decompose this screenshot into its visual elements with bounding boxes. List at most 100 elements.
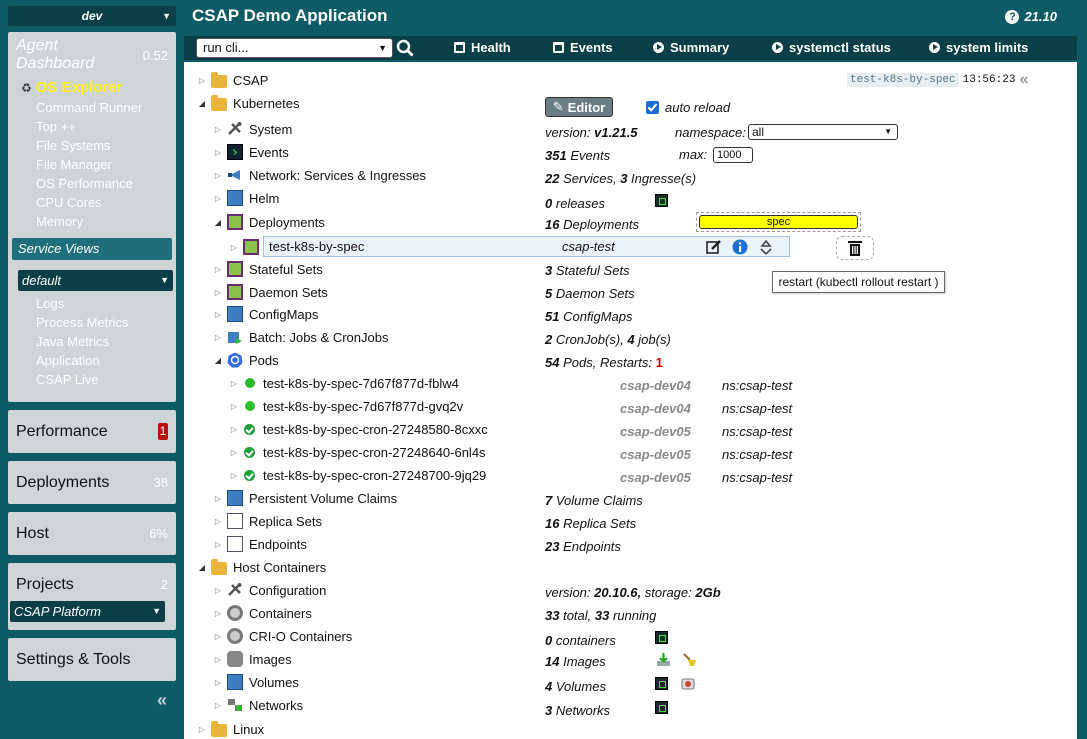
tree-node-events[interactable]: ▷ Events [213, 141, 289, 163]
tree-node-endpoints[interactable]: ▷ Endpoints [213, 533, 307, 555]
expand-icon[interactable]: ▷ [213, 333, 223, 342]
tree-node-linux[interactable]: ▷ Linux [197, 718, 264, 739]
expand-icon[interactable]: ▷ [197, 76, 207, 85]
project-select[interactable]: CSAP Platform ▼ [10, 601, 165, 622]
tree-node-selected-deployment-twisty[interactable]: ▷ [229, 236, 265, 258]
terminal-icon[interactable] [655, 631, 668, 644]
deployment-filter-input[interactable]: spec [699, 215, 858, 229]
double-chevron-left-icon[interactable]: « [1019, 71, 1028, 89]
expand-icon[interactable]: ▷ [213, 494, 223, 503]
search-icon[interactable] [396, 39, 414, 57]
broom-icon[interactable] [682, 652, 697, 667]
tree-node-pods[interactable]: ◢ Pods [213, 349, 279, 371]
namespace-select[interactable]: all ▼ [748, 124, 898, 140]
edit-icon[interactable] [706, 239, 722, 255]
sidebar-item-file-manager[interactable]: File Manager [36, 155, 142, 174]
expand-icon[interactable]: ▷ [213, 517, 223, 526]
tree-node-host-containers[interactable]: ◢ Host Containers [197, 556, 326, 578]
service-select[interactable]: default ▼ [18, 270, 173, 291]
expand-icon[interactable]: ▷ [213, 310, 223, 319]
host-panel[interactable]: Host 6% [8, 512, 176, 555]
summary-button[interactable]: Summary [653, 40, 729, 55]
expand-icon[interactable]: ▷ [197, 725, 207, 734]
run-cli-select[interactable]: run cli... ▼ [196, 38, 393, 58]
sidebar-item-csap-live[interactable]: CSAP Live [36, 370, 128, 389]
expand-icon[interactable]: ▷ [213, 586, 223, 595]
terminal-icon[interactable] [655, 677, 668, 690]
tree-node-deployments[interactable]: ◢ Deployments [213, 211, 325, 233]
collapse-icon[interactable]: ◢ [197, 563, 207, 572]
tree-node-volumes[interactable]: ▷ Volumes [213, 671, 299, 693]
pod-row[interactable]: ▷ test-k8s-by-spec-7d67f877d-fblw4 [229, 372, 459, 394]
tree-node-batch[interactable]: ▷ Batch: Jobs & CronJobs [213, 326, 389, 348]
page-scrollbar[interactable] [1077, 34, 1087, 739]
editor-button[interactable]: ✎ Editor [545, 97, 613, 117]
tree-node-configuration[interactable]: ▷ Configuration [213, 579, 326, 601]
expand-icon[interactable]: ▷ [213, 609, 223, 618]
terminal-icon[interactable] [655, 701, 668, 714]
performance-panel[interactable]: Performance 1 [8, 410, 176, 453]
sidebar-item-os-performance[interactable]: OS Performance [36, 174, 142, 193]
settings-panel[interactable]: Settings & Tools [8, 638, 176, 681]
expand-icon[interactable]: ▷ [229, 379, 239, 388]
pod-row[interactable]: ▷ test-k8s-by-spec-cron-27248700-9jq29 [229, 464, 486, 486]
tree-node-daemon-sets[interactable]: ▷ Daemon Sets [213, 281, 328, 303]
expand-icon[interactable]: ▷ [213, 265, 223, 274]
expand-icon[interactable]: ▷ [229, 425, 239, 434]
collapse-icon[interactable]: ◢ [213, 356, 223, 365]
collapse-icon[interactable]: ◢ [197, 99, 207, 108]
collapse-sidebar-icon[interactable]: « [157, 690, 167, 711]
events-button[interactable]: Events [553, 40, 613, 55]
info-icon[interactable] [732, 239, 748, 255]
sidebar-item-os-explorer[interactable]: ♻ OS Explorer [21, 79, 122, 96]
pod-row[interactable]: ▷ test-k8s-by-spec-7d67f877d-gvq2v [229, 395, 463, 417]
environment-select[interactable]: dev ▼ [8, 6, 176, 26]
deployment-filter[interactable]: spec [696, 212, 861, 232]
disk-cleanup-icon[interactable] [681, 677, 695, 691]
tree-node-system[interactable]: ▷ System [213, 118, 292, 140]
deployments-panel[interactable]: Deployments 38 [8, 461, 176, 504]
download-icon[interactable] [656, 652, 671, 667]
tree-node-pvc[interactable]: ▷ Persistent Volume Claims [213, 487, 397, 509]
tree-node-networks[interactable]: ▷ Networks [213, 694, 303, 716]
expand-icon[interactable]: ▷ [213, 288, 223, 297]
system-limits-button[interactable]: system limits [929, 40, 1028, 55]
tree-node-configmaps[interactable]: ▷ ConfigMaps [213, 303, 318, 325]
expand-icon[interactable]: ▷ [213, 655, 223, 664]
expand-icon[interactable]: ▷ [229, 471, 239, 480]
agent-dashboard-title[interactable]: Agent Dashboard [16, 37, 126, 73]
tree-node-network[interactable]: ▷ Network: Services & Ingresses [213, 164, 426, 186]
expand-icon[interactable]: ▷ [213, 540, 223, 549]
tree-node-images[interactable]: ▷ Images [213, 648, 292, 670]
expand-icon[interactable]: ▷ [213, 632, 223, 641]
sidebar-item-logs[interactable]: Logs [36, 294, 128, 313]
tree-node-kubernetes[interactable]: ◢ Kubernetes [197, 92, 300, 114]
pod-row[interactable]: ▷ test-k8s-by-spec-cron-27248580-8cxxc [229, 418, 488, 440]
tree-node-crio[interactable]: ▷ CRI-O Containers [213, 625, 352, 647]
expand-icon[interactable]: ▷ [213, 194, 223, 203]
expand-icon[interactable]: ▷ [213, 171, 223, 180]
expand-icon[interactable]: ▷ [229, 402, 239, 411]
sidebar-item-top[interactable]: Top ++ [36, 117, 142, 136]
expand-icon[interactable]: ▷ [229, 448, 239, 457]
expand-icon[interactable]: ▷ [213, 125, 223, 134]
sidebar-item-java-metrics[interactable]: Java Metrics [36, 332, 128, 351]
sidebar-item-process-metrics[interactable]: Process Metrics [36, 313, 128, 332]
pod-row[interactable]: ▷ test-k8s-by-spec-cron-27248640-6nl4s [229, 441, 486, 463]
sidebar-item-cpu-cores[interactable]: CPU Cores [36, 193, 142, 212]
health-button[interactable]: Health [454, 40, 511, 55]
expand-icon[interactable]: ▷ [213, 148, 223, 157]
tree-node-csap[interactable]: ▷ CSAP [197, 69, 268, 91]
service-views-header[interactable]: Service Views [12, 238, 172, 260]
expand-icon[interactable]: ▷ [229, 243, 239, 252]
tree-node-helm[interactable]: ▷ Helm [213, 187, 279, 209]
auto-reload-checkbox[interactable] [646, 101, 659, 114]
help-version[interactable]: ? 21.10 [1005, 9, 1057, 24]
selected-deployment-row[interactable]: test-k8s-by-spec csap-test [263, 236, 790, 257]
sidebar-item-memory[interactable]: Memory [36, 212, 142, 231]
restart-icon[interactable] [758, 239, 774, 255]
expand-icon[interactable]: ▷ [213, 678, 223, 687]
expand-icon[interactable]: ▷ [213, 701, 223, 710]
sidebar-item-command-runner[interactable]: Command Runner [36, 98, 142, 117]
sidebar-item-application[interactable]: Application [36, 351, 128, 370]
